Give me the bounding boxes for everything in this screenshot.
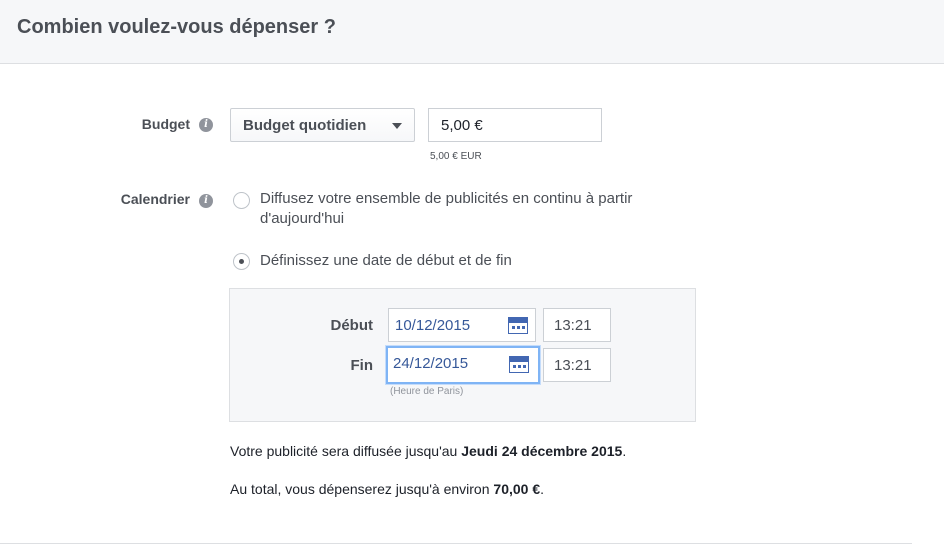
chevron-down-icon xyxy=(392,123,402,129)
end-date-value: 24/12/2015 xyxy=(393,355,469,372)
schedule-label: Calendrier xyxy=(120,191,190,207)
end-date-label: Fin xyxy=(350,357,374,374)
radio-continuous-label[interactable]: Diffusez votre ensemble de publicités en… xyxy=(260,189,632,229)
schedule-info-icon[interactable]: i xyxy=(199,194,213,208)
end-date-summary-date: Jeudi 24 décembre 2015 xyxy=(461,443,623,459)
radio-continuous[interactable] xyxy=(233,192,250,209)
start-time-value: 13:21 xyxy=(554,317,592,334)
start-date-input[interactable]: 10/12/2015 xyxy=(388,308,536,342)
end-date-summary-suffix: . xyxy=(622,443,627,459)
end-time-input[interactable]: 13:21 xyxy=(543,348,611,382)
section-title: Combien voulez-vous dépenser ? xyxy=(17,16,336,38)
timezone-note: (Heure de Paris) xyxy=(390,386,464,397)
end-time-value: 13:21 xyxy=(554,357,592,374)
budget-type-selected: Budget quotidien xyxy=(243,117,367,134)
calendar-icon[interactable] xyxy=(508,317,528,334)
radio-continuous-label-line2: d'aujourd'hui xyxy=(260,210,345,227)
total-spend-summary: Au total, vous dépenserez jusqu'à enviro… xyxy=(230,481,544,497)
end-date-summary: Votre publicité sera diffusée jusqu'au J… xyxy=(230,443,626,459)
budget-amount-input[interactable] xyxy=(428,108,602,142)
start-date-label: Début xyxy=(330,317,374,334)
budget-type-dropdown[interactable]: Budget quotidien xyxy=(230,108,415,142)
end-date-input[interactable]: 24/12/2015 xyxy=(386,346,540,384)
start-date-value: 10/12/2015 xyxy=(395,317,471,334)
end-date-summary-prefix: Votre publicité sera diffusée jusqu'au xyxy=(230,443,462,459)
total-spend-amount: 70,00 € xyxy=(493,481,541,497)
section-divider xyxy=(0,543,912,544)
radio-start-end[interactable] xyxy=(233,253,250,270)
total-spend-prefix: Au total, vous dépenserez jusqu'à enviro… xyxy=(230,481,494,497)
budget-amount-note: 5,00 € EUR xyxy=(430,151,482,162)
radio-continuous-label-line1: Diffusez votre ensemble de publicités en… xyxy=(260,190,633,207)
section-header: Combien voulez-vous dépenser ? xyxy=(0,0,944,64)
budget-label: Budget xyxy=(141,116,190,132)
radio-start-end-label[interactable]: Définissez une date de début et de fin xyxy=(260,251,512,271)
budget-info-icon[interactable]: i xyxy=(199,118,213,132)
radio-selected-dot xyxy=(239,259,244,264)
total-spend-suffix: . xyxy=(540,481,545,497)
calendar-icon[interactable] xyxy=(509,356,529,373)
start-time-input[interactable]: 13:21 xyxy=(543,308,611,342)
